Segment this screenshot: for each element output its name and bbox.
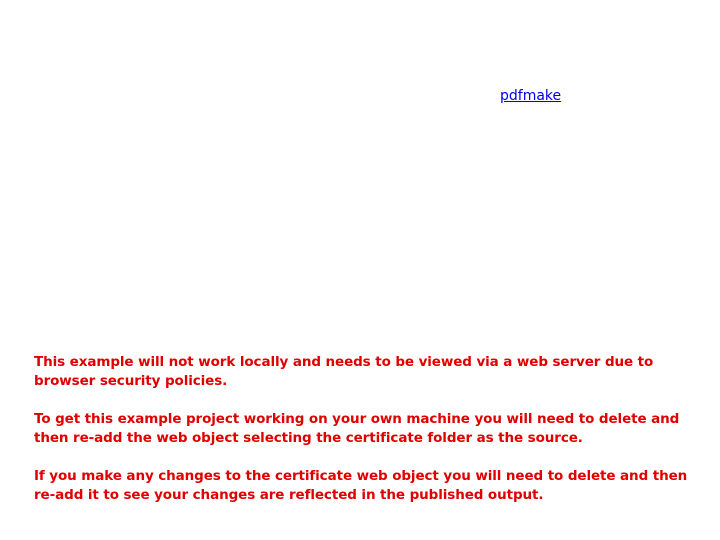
notice-paragraph-local: This example will not work locally and n… [34, 354, 654, 389]
notice-paragraph-changes: If you make any changes to the certifica… [34, 468, 688, 503]
security-notice: This example will not work locally and n… [34, 353, 690, 505]
notice-paragraph-setup: To get this example project working on y… [34, 411, 680, 446]
page: { "link": { "label": "pdfmake" }, "notic… [0, 0, 720, 540]
pdfmake-link[interactable]: pdfmake [500, 87, 561, 105]
